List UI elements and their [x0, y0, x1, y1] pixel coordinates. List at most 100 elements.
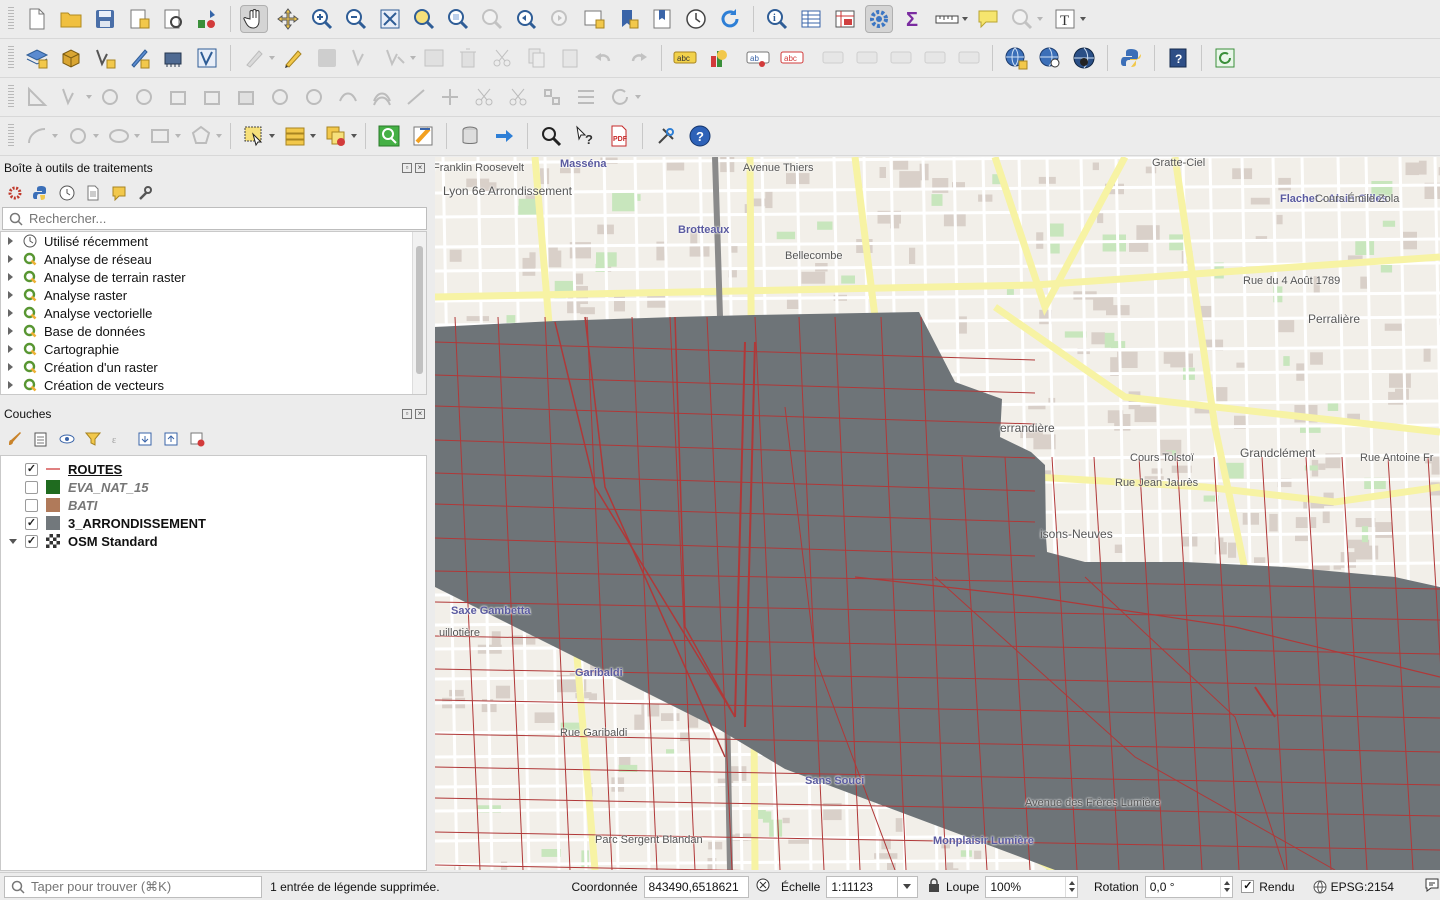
processing-group-item[interactable]: Analyse de terrain raster — [1, 268, 426, 286]
zoom-last-button[interactable] — [512, 5, 540, 33]
processing-search-box[interactable] — [2, 207, 427, 230]
new-bookmark-button[interactable] — [614, 5, 642, 33]
render-checkbox[interactable]: ✓ — [1241, 880, 1255, 893]
undo-button[interactable] — [590, 44, 618, 72]
select-by-value-button[interactable] — [281, 122, 316, 150]
processing-group-item[interactable]: Création d'un raster — [1, 358, 426, 376]
simplify-feature-button[interactable] — [130, 83, 158, 111]
filter-by-expression-button[interactable]: ε — [110, 430, 128, 448]
magnifier-stepper[interactable] — [1065, 876, 1077, 897]
processing-group-item[interactable]: Cartographie — [1, 340, 426, 358]
trim-extend-button[interactable] — [436, 83, 464, 111]
toolbar-grip[interactable] — [8, 85, 14, 109]
search-tool-button[interactable] — [537, 122, 565, 150]
processing-group-item[interactable]: Analyse vectorielle — [1, 304, 426, 322]
processing-scrollbar[interactable] — [412, 232, 426, 394]
new-geopackage-layer-button[interactable] — [57, 44, 85, 72]
float-panel-button[interactable]: ▫ — [402, 409, 412, 419]
new-print-layout-button[interactable] — [125, 5, 153, 33]
measure-line-button[interactable] — [933, 5, 968, 33]
edit-features-in-place-button[interactable] — [110, 184, 128, 202]
new-vector-layer-button[interactable] — [193, 44, 221, 72]
add-group-button[interactable] — [32, 430, 50, 448]
fill-ring-button[interactable] — [232, 83, 260, 111]
layer-item[interactable]: ✓ 3_ARRONDISSEMENT — [1, 514, 426, 532]
processing-toolbox-button[interactable] — [865, 5, 893, 33]
change-label-button[interactable] — [921, 44, 949, 72]
scale-combo[interactable]: 1:11123 — [826, 875, 918, 898]
locator-search-box[interactable] — [4, 875, 263, 898]
new-map-view-button[interactable] — [580, 5, 608, 33]
lock-scale-button[interactable] — [928, 878, 940, 895]
map-canvas[interactable]: Masséna Gratte-Ciel Lyon 6e Arrondissement… — [435, 157, 1440, 870]
collapse-all-button[interactable] — [162, 430, 180, 448]
rotate-feature-button[interactable] — [96, 83, 124, 111]
save-layer-edits-button[interactable] — [313, 44, 341, 72]
pin-unpin-labels-button[interactable]: ab — [744, 44, 772, 72]
reverse-line-button[interactable] — [402, 83, 430, 111]
toggle-extents-button[interactable] — [755, 877, 771, 896]
layer-diagram-options-button[interactable] — [705, 44, 733, 72]
move-label-button[interactable] — [853, 44, 881, 72]
expand-arrow-icon[interactable] — [8, 363, 13, 371]
expand-all-button[interactable] — [136, 430, 154, 448]
new-virtual-layer-button[interactable] — [159, 44, 187, 72]
filter-by-expression-button[interactable] — [409, 122, 437, 150]
layer-visibility-checkbox[interactable]: ✓ — [25, 462, 38, 476]
rectangle-digitizing-button[interactable] — [146, 122, 181, 150]
crs-button[interactable]: EPSG:2154 — [1313, 880, 1394, 894]
reshape-features-button[interactable] — [334, 83, 362, 111]
export-pdf-button[interactable]: PDF — [605, 122, 633, 150]
toggle-editing-button[interactable] — [279, 44, 307, 72]
statistical-summary-button[interactable]: Σ — [899, 5, 927, 33]
help-button[interactable]: ? — [686, 122, 714, 150]
delete-part-button[interactable] — [300, 83, 328, 111]
layer-visibility-checkbox[interactable]: ✓ — [25, 534, 38, 548]
python-console-button[interactable] — [1117, 44, 1145, 72]
scripts-button[interactable] — [32, 184, 50, 202]
expand-arrow-icon[interactable] — [8, 381, 13, 389]
select-features-button[interactable] — [240, 122, 275, 150]
label-properties-button[interactable] — [955, 44, 983, 72]
layer-visibility-checkbox[interactable]: ✓ — [25, 516, 38, 530]
delete-selected-button[interactable] — [454, 44, 482, 72]
scale-dropdown-button[interactable] — [896, 876, 917, 897]
field-calculator-button[interactable] — [831, 5, 859, 33]
messages-button[interactable] — [1424, 877, 1440, 896]
whats-this-button[interactable]: ? — [571, 122, 599, 150]
layer-styling-button[interactable] — [6, 430, 24, 448]
manage-map-themes-button[interactable] — [58, 430, 76, 448]
text-annotation-button[interactable]: T — [1051, 5, 1086, 33]
layer-visibility-checkbox[interactable] — [25, 480, 38, 494]
float-panel-button[interactable]: ▫ — [402, 163, 412, 173]
go-to-button[interactable] — [490, 122, 518, 150]
zoom-to-selection-button[interactable] — [410, 5, 438, 33]
layer-labeling-options-button[interactable]: abc — [671, 44, 699, 72]
temporal-controller-button[interactable] — [682, 5, 710, 33]
open-attribute-table-button[interactable] — [797, 5, 825, 33]
save-project-button[interactable] — [91, 5, 119, 33]
shape-digitizing-button[interactable] — [23, 122, 58, 150]
toolbar-grip[interactable] — [8, 124, 14, 148]
add-part-button[interactable] — [198, 83, 226, 111]
new-temporary-layer-button[interactable] — [125, 44, 153, 72]
merge-features-button[interactable] — [538, 83, 566, 111]
redo-button[interactable] — [624, 44, 652, 72]
paste-features-button[interactable] — [556, 44, 584, 72]
layer-item[interactable]: EVA_NAT_15 — [1, 478, 426, 496]
layer-item[interactable]: ✓ ROUTES — [1, 460, 426, 478]
rotation-stepper[interactable] — [1220, 876, 1232, 897]
deselect-features-button[interactable] — [322, 122, 357, 150]
rotate-label-button[interactable] — [887, 44, 915, 72]
merge-attributes-button[interactable] — [572, 83, 600, 111]
rotate-point-symbols-button[interactable] — [606, 83, 641, 111]
processing-group-item[interactable]: Analyse raster — [1, 286, 426, 304]
new-shapefile-layer-button[interactable] — [91, 44, 119, 72]
expand-arrow-icon[interactable] — [8, 327, 13, 335]
tools-button[interactable] — [652, 122, 680, 150]
coordinate-field[interactable]: 843490,6518621 — [643, 875, 749, 898]
split-features-button[interactable] — [470, 83, 498, 111]
zoom-native-resolution-button[interactable] — [478, 5, 506, 33]
processing-group-item[interactable]: Base de données — [1, 322, 426, 340]
layer-item[interactable]: ✓ OSM Standard — [1, 532, 426, 550]
